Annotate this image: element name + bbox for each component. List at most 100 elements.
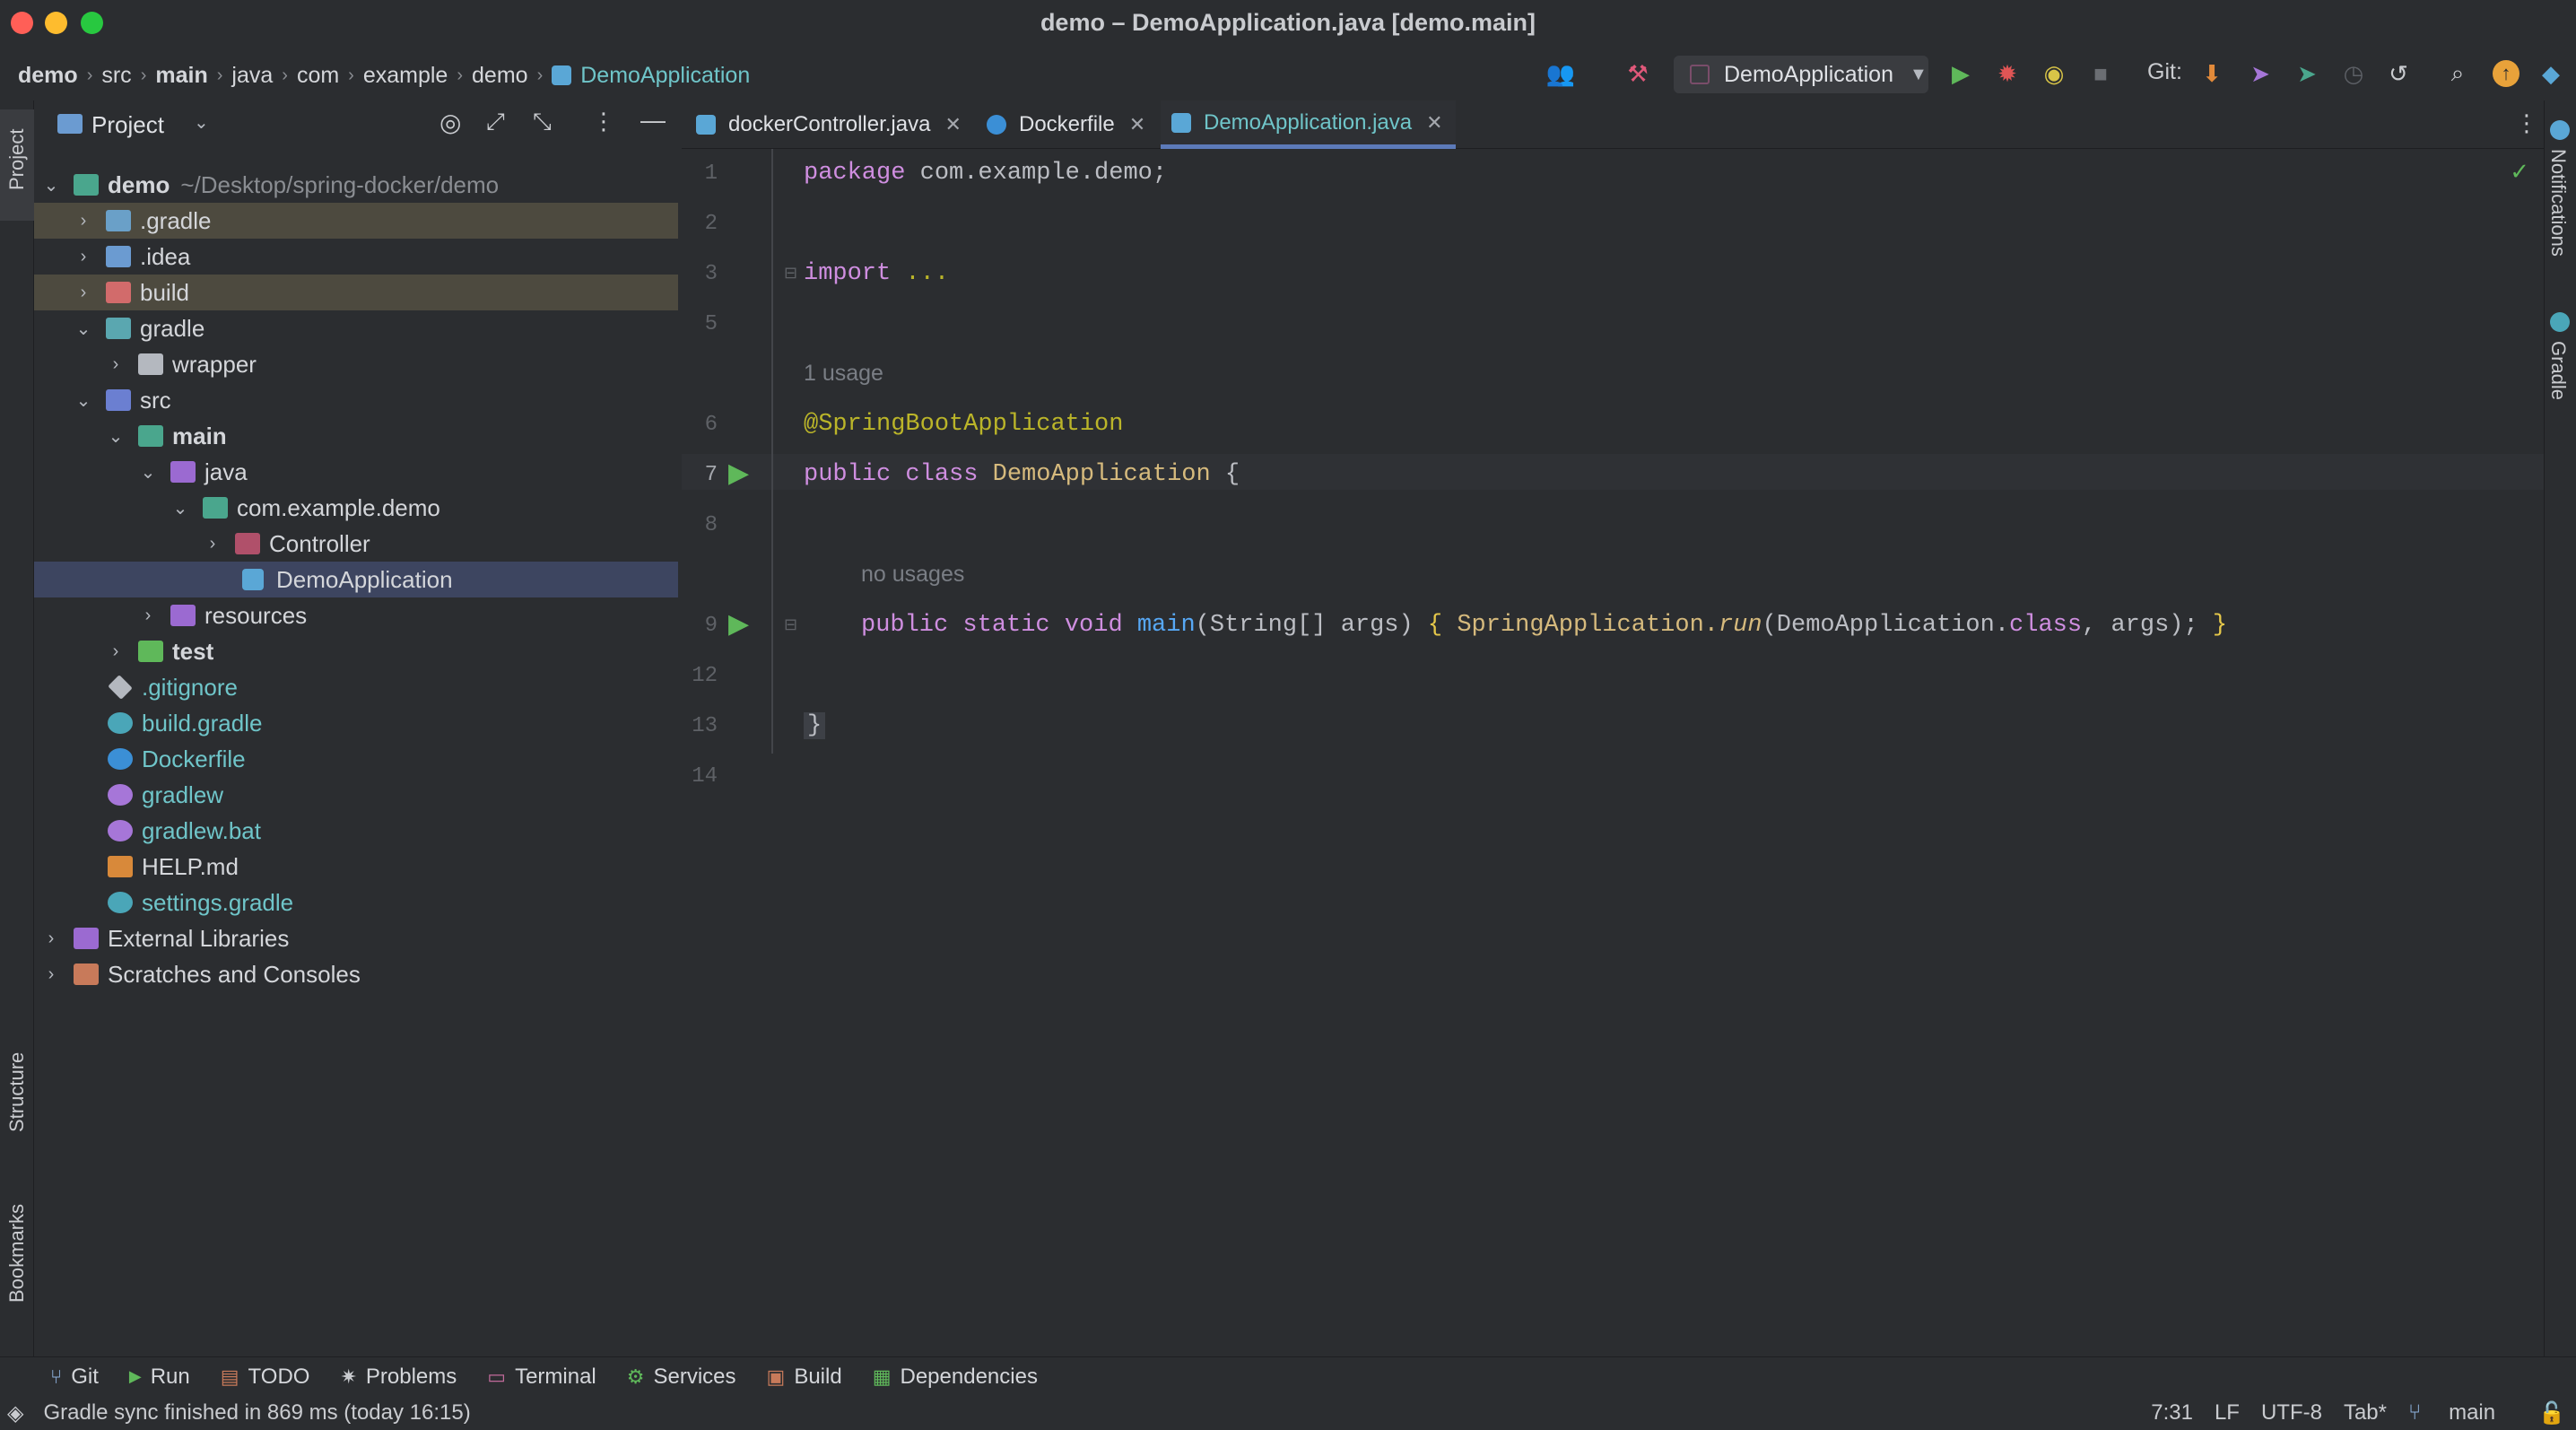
tree-item-main[interactable]: ⌄ main <box>34 418 678 454</box>
breadcrumb-item[interactable]: demo <box>472 63 528 89</box>
indent-setting[interactable]: Tab* <box>2344 1400 2387 1426</box>
notifications-icon[interactable] <box>2550 120 2570 140</box>
tree-item-build-gradle[interactable]: build.gradle <box>34 705 678 741</box>
chevron-down-icon[interactable]: ⌄ <box>106 425 126 448</box>
fold-icon[interactable]: ⊟ <box>784 615 797 634</box>
collapse-all-icon[interactable]: ⤡ <box>533 108 552 136</box>
code-editor[interactable]: ✓ 1 2 3 5 6 7 8 9 12 13 14 ▶ ▶ ⊟ ⊟ packa… <box>682 149 2544 1356</box>
breadcrumb-item[interactable]: example <box>363 63 448 89</box>
stop-icon[interactable]: ■ <box>2084 57 2117 90</box>
tree-item-package[interactable]: ⌄ com.example.demo <box>34 490 678 526</box>
structure-tool-label[interactable]: Structure <box>5 1052 29 1132</box>
tree-item-java[interactable]: ⌄ java <box>34 454 678 490</box>
chevron-right-icon[interactable]: › <box>106 354 126 375</box>
tree-item-scratches[interactable]: › Scratches and Consoles <box>34 956 678 992</box>
run-gutter-icon[interactable]: ▶ <box>728 458 749 489</box>
git-tool-button[interactable]: ⑂ Git <box>50 1365 99 1390</box>
chevron-right-icon[interactable]: › <box>41 929 61 949</box>
caret-position[interactable]: 7:31 <box>2151 1400 2193 1426</box>
options-menu-icon[interactable]: ⋮ <box>592 108 615 135</box>
debug-icon[interactable]: ✹ <box>1991 57 2023 90</box>
rollback-icon[interactable]: ↺ <box>2382 57 2415 90</box>
search-icon[interactable]: ⌕ <box>2441 57 2474 90</box>
tree-item-gitignore[interactable]: .gitignore <box>34 669 678 705</box>
fold-icon[interactable]: ⊟ <box>784 264 797 283</box>
notifications-tool-label[interactable]: Notifications <box>2546 149 2570 257</box>
hide-panel-icon[interactable]: — <box>640 106 666 135</box>
gradle-tool-label[interactable]: Gradle <box>2546 341 2570 400</box>
tree-item-gradle-cache[interactable]: › .gradle <box>34 203 678 239</box>
close-icon[interactable]: ✕ <box>1426 111 1442 135</box>
build-hammer-icon[interactable]: ⚒ <box>1622 57 1654 90</box>
close-window-button[interactable] <box>11 12 33 34</box>
tab-demoapplication[interactable]: DemoApplication.java ✕ <box>1161 100 1456 149</box>
status-message[interactable]: Gradle sync finished in 869 ms (today 16… <box>43 1400 470 1426</box>
git-branch-widget[interactable]: ⑂ main <box>2408 1400 2517 1426</box>
tree-item-external-libraries[interactable]: › External Libraries <box>34 920 678 956</box>
tree-item-controller[interactable]: › Controller <box>34 526 678 562</box>
terminal-tool-button[interactable]: ▭ Terminal <box>487 1365 596 1390</box>
chevron-down-icon[interactable]: ⌄ <box>74 318 93 340</box>
tree-item-gradle[interactable]: ⌄ gradle <box>34 310 678 346</box>
project-panel-title[interactable]: Project <box>91 111 164 139</box>
chevron-down-icon[interactable]: ⌄ <box>138 461 158 484</box>
line-separator[interactable]: LF <box>2215 1400 2240 1426</box>
run-icon[interactable]: ▶ <box>1945 57 1977 90</box>
run-with-coverage-icon[interactable]: ◉ <box>2038 57 2070 90</box>
tree-item-help-md[interactable]: HELP.md <box>34 849 678 885</box>
read-only-lock-icon[interactable]: 🔓 <box>2538 1400 2565 1426</box>
build-tool-button[interactable]: ▣ Build <box>767 1365 842 1390</box>
chevron-right-icon[interactable]: › <box>74 247 93 267</box>
git-push-icon[interactable]: ➤ <box>2244 57 2276 90</box>
tree-item-wrapper[interactable]: › wrapper <box>34 346 678 382</box>
chevron-down-icon[interactable]: ⌄ <box>194 111 209 134</box>
no-problems-check-icon[interactable]: ✓ <box>2510 158 2529 186</box>
layers-icon[interactable]: ◈ <box>7 1400 23 1426</box>
close-icon[interactable]: ✕ <box>944 113 961 136</box>
bookmarks-tool-label[interactable]: Bookmarks <box>5 1204 29 1303</box>
tab-options-icon[interactable]: ⋮ <box>2515 109 2538 137</box>
tree-item-dockerfile[interactable]: Dockerfile <box>34 741 678 777</box>
code-with-me-icon[interactable]: 👥 <box>1545 57 1577 90</box>
chevron-right-icon[interactable]: › <box>138 606 158 626</box>
breadcrumb-item[interactable]: src <box>101 63 131 89</box>
tab-dockerfile[interactable]: Dockerfile ✕ <box>987 100 1145 149</box>
services-tool-button[interactable]: ⚙ Services <box>627 1365 736 1390</box>
run-tool-button[interactable]: ▶ Run <box>129 1365 190 1390</box>
tree-item-demo[interactable]: ⌄ demo ~/Desktop/spring-docker/demo <box>34 167 678 203</box>
update-available-icon[interactable]: ↑ <box>2490 57 2522 90</box>
tree-item-settings-gradle[interactable]: settings.gradle <box>34 885 678 920</box>
git-history-icon[interactable]: ◷ <box>2337 57 2370 90</box>
tree-item-test[interactable]: › test <box>34 633 678 669</box>
problems-tool-button[interactable]: ✷ Problems <box>340 1365 457 1390</box>
tree-item-demoapplication[interactable]: DemoApplication <box>34 562 678 597</box>
chevron-right-icon[interactable]: › <box>74 211 93 231</box>
tree-item-idea[interactable]: › .idea <box>34 239 678 275</box>
ide-logo-icon[interactable]: ◆ <box>2535 57 2567 90</box>
expand-all-icon[interactable]: ⤢ <box>486 108 505 136</box>
no-usages-hint[interactable]: no usages <box>861 562 964 588</box>
git-update-icon[interactable]: ⬇ <box>2196 57 2228 90</box>
tree-item-resources[interactable]: › resources <box>34 597 678 633</box>
chevron-right-icon[interactable]: › <box>41 964 61 985</box>
chevron-right-icon[interactable]: › <box>106 641 126 662</box>
tab-dockercontroller[interactable]: dockerController.java ✕ <box>696 100 962 149</box>
file-encoding[interactable]: UTF-8 <box>2261 1400 2322 1426</box>
tree-item-build[interactable]: › build <box>34 275 678 310</box>
chevron-down-icon[interactable]: ⌄ <box>74 389 93 412</box>
git-commit-icon[interactable]: ➤ <box>2291 57 2323 90</box>
locate-file-icon[interactable]: ◎ <box>439 108 461 137</box>
todo-tool-button[interactable]: ▤ TODO <box>221 1365 310 1390</box>
breadcrumb-item[interactable]: main <box>155 63 207 89</box>
dependencies-tool-button[interactable]: ▦ Dependencies <box>873 1365 1038 1390</box>
tree-item-gradlew[interactable]: gradlew <box>34 777 678 813</box>
chevron-down-icon[interactable]: ⌄ <box>170 497 190 519</box>
close-icon[interactable]: ✕ <box>1129 113 1145 136</box>
run-gutter-icon[interactable]: ▶ <box>728 608 749 640</box>
usage-hint[interactable]: 1 usage <box>804 361 883 387</box>
tree-item-gradlew-bat[interactable]: gradlew.bat <box>34 813 678 849</box>
chevron-right-icon[interactable]: › <box>74 283 93 303</box>
chevron-right-icon[interactable]: › <box>203 534 222 554</box>
minimize-window-button[interactable] <box>45 12 67 34</box>
tree-item-src[interactable]: ⌄ src <box>34 382 678 418</box>
